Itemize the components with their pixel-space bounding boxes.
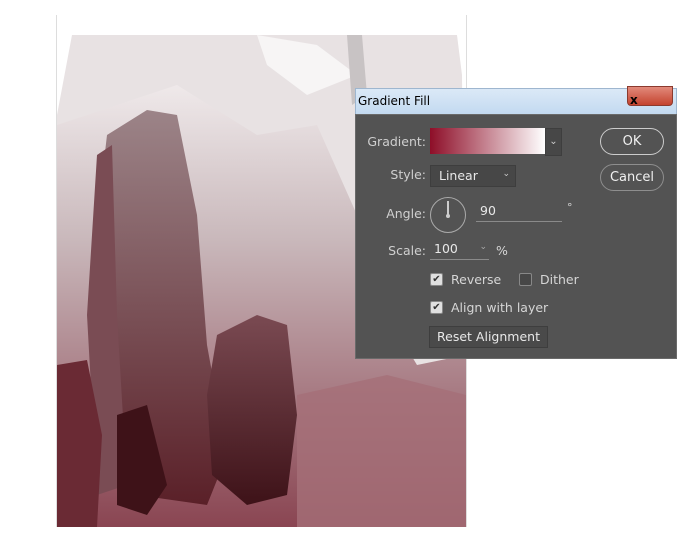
dialog-titlebar[interactable]: Gradient Fill x [355,86,677,115]
style-label: Style: [390,167,426,182]
reverse-checkbox[interactable]: ✔ [430,273,443,286]
chevron-down-icon: ⌄ [502,169,510,179]
cancel-button[interactable]: Cancel [600,164,664,191]
gradient-preview[interactable] [430,128,545,154]
reset-alignment-button[interactable]: Reset Alignment [429,326,548,348]
chevron-down-icon: ⌄ [549,136,558,147]
align-with-layer-checkbox[interactable]: ✔ [430,301,443,314]
checkmark-icon: ✔ [432,302,441,313]
dialog-title: Gradient Fill [358,94,431,108]
angle-label: Angle: [386,206,426,221]
style-value: Linear [439,168,478,183]
gradient-label: Gradient: [367,134,426,149]
gradient-dropdown-button[interactable]: ⌄ [545,128,562,156]
align-with-layer-label: Align with layer [451,300,549,315]
dither-label: Dither [540,272,579,287]
dither-checkbox[interactable] [519,273,532,286]
close-button[interactable]: x [627,86,673,107]
scale-input[interactable]: 100 ⌄ [430,241,489,260]
close-icon: x [630,93,638,107]
angle-input[interactable]: 90 [476,203,562,222]
angle-value: 90 [480,203,496,218]
style-select[interactable]: Linear ⌄ [430,165,516,187]
dialog-body: Gradient: ⌄ Style: Linear ⌄ Angle: 90 ° S… [355,114,677,359]
scale-value: 100 [434,241,458,256]
scale-label: Scale: [388,243,426,258]
ok-button[interactable]: OK [600,128,664,155]
angle-dial[interactable] [430,197,466,233]
degree-unit: ° [567,201,573,214]
chevron-down-icon: ⌄ [479,242,487,252]
reverse-label: Reverse [451,272,502,287]
scale-unit: % [496,243,508,258]
checkmark-icon: ✔ [432,274,441,285]
gradient-fill-dialog: Gradient Fill x Gradient: ⌄ Style: Linea… [355,86,677,359]
